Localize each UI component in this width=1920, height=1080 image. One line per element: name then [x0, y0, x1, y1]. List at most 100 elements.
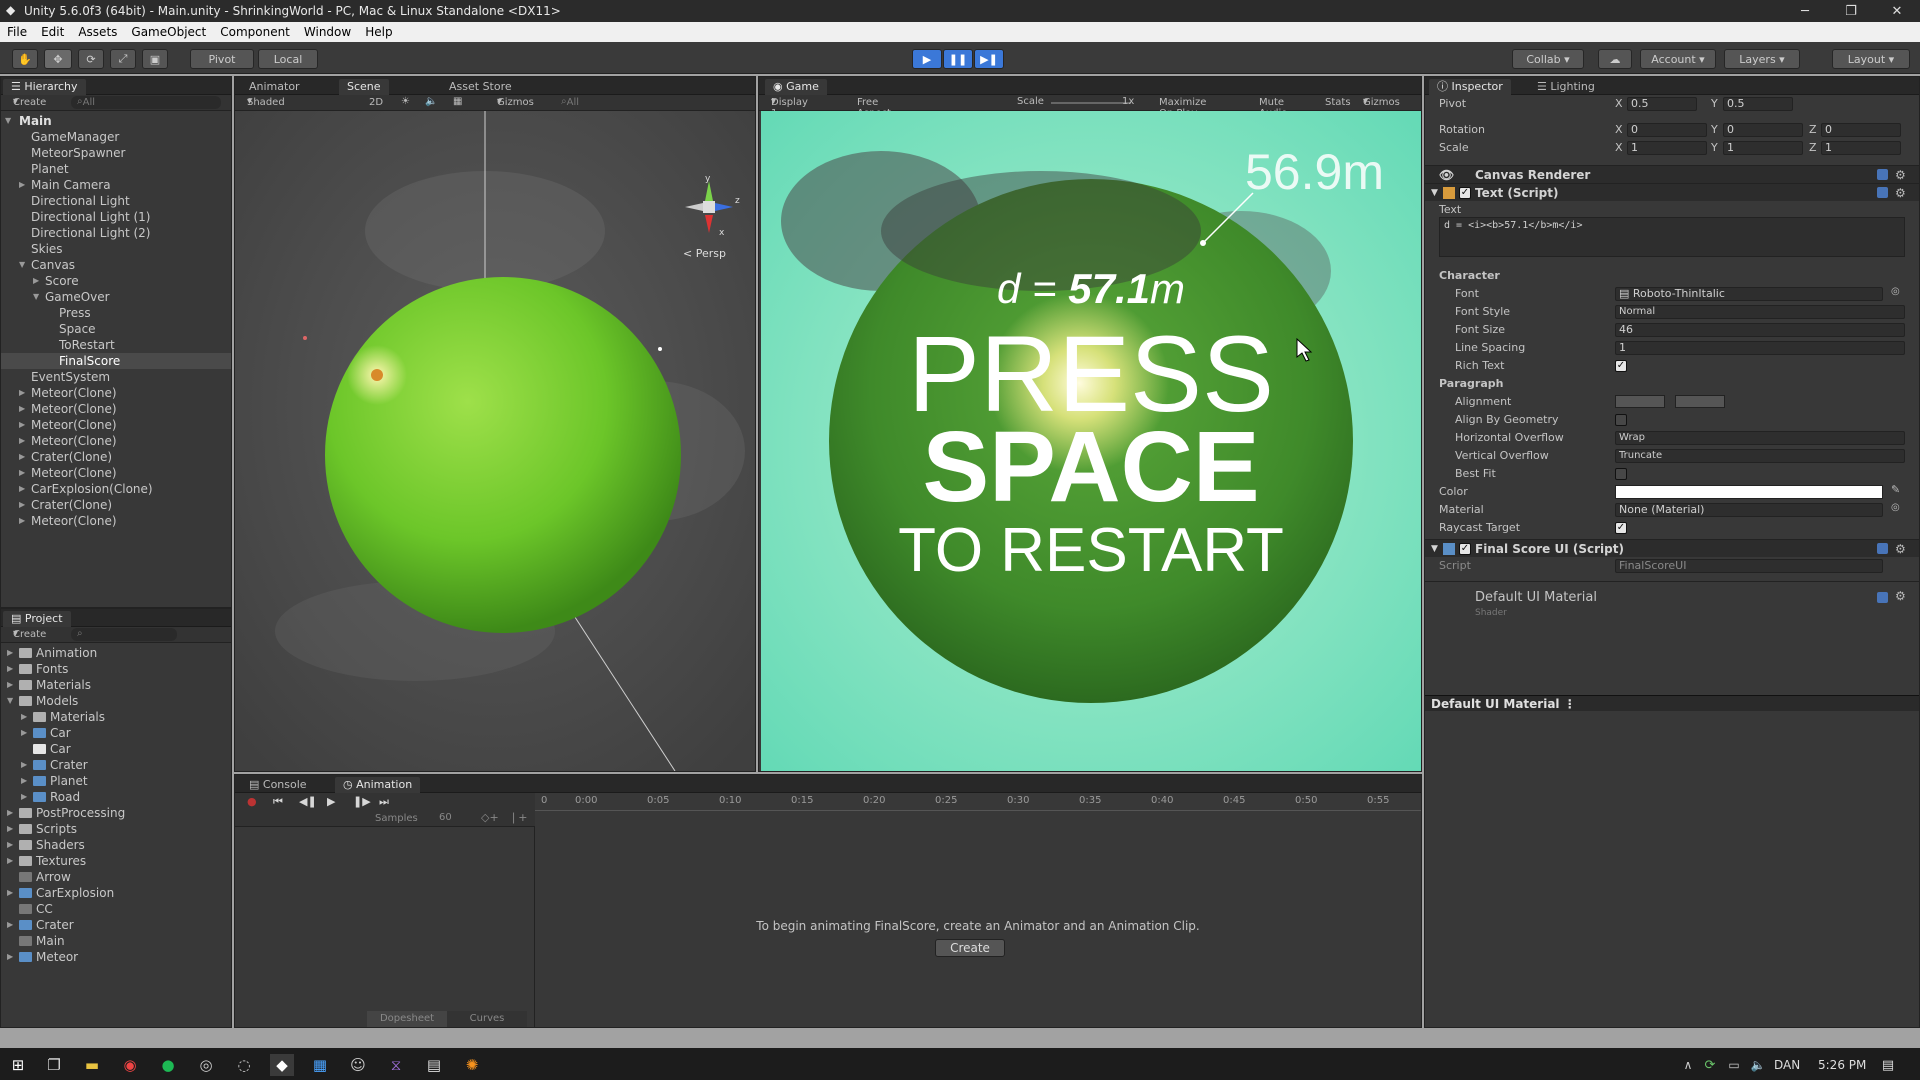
menu-help[interactable]: Help [358, 25, 399, 39]
foldout-arrow-icon[interactable]: ▼ [5, 113, 11, 129]
rotation-x-field[interactable]: 0 [1627, 123, 1707, 137]
foldout-arrow-icon[interactable]: ▶ [7, 853, 13, 869]
last-key-button[interactable]: ⏭ [379, 795, 389, 809]
foldout-arrow-icon[interactable]: ▶ [19, 385, 25, 401]
project-item[interactable]: Main [1, 933, 231, 949]
samples-value[interactable]: 60 [439, 812, 452, 823]
settings-gear-icon[interactable]: ⚙ [1895, 166, 1906, 184]
hierarchy-item[interactable]: Planet [1, 161, 231, 177]
vertical-alignment-buttons[interactable] [1675, 395, 1725, 408]
foldout-arrow-icon[interactable]: ▼ [7, 693, 13, 709]
rect-tool-icon[interactable]: ▣ [142, 49, 168, 69]
add-event-icon[interactable]: ❘+ [509, 811, 527, 824]
foldout-arrow-icon[interactable]: ▼ [33, 289, 39, 305]
project-item[interactable]: Car [1, 741, 231, 757]
unity-taskbar-icon[interactable]: ◆ [270, 1054, 294, 1076]
project-item[interactable]: ▶ Scripts [1, 821, 231, 837]
final-score-enabled-checkbox[interactable]: ✓ [1459, 543, 1471, 555]
menu-file[interactable]: File [0, 25, 34, 39]
settings-gear-icon[interactable]: ⚙ [1895, 540, 1906, 558]
foldout-arrow-icon[interactable]: ▶ [21, 757, 27, 773]
hierarchy-item[interactable]: ▶ Meteor(Clone) [1, 513, 231, 529]
font-size-field[interactable]: 46 [1615, 323, 1905, 337]
record-button[interactable]: ● [247, 795, 257, 808]
menu-assets[interactable]: Assets [71, 25, 124, 39]
minimize-icon[interactable]: ─ [1782, 4, 1828, 19]
hierarchy-item[interactable]: Directional Light (2) [1, 225, 231, 241]
horizontal-alignment-buttons[interactable] [1615, 395, 1665, 408]
hierarchy-item[interactable]: ▶ CarExplosion(Clone) [1, 481, 231, 497]
project-item[interactable]: ▶ Animation [1, 645, 231, 661]
rich-text-checkbox[interactable]: ✓ [1615, 360, 1627, 372]
photoshop-icon[interactable]: ▦ [308, 1054, 332, 1076]
tab-inspector[interactable]: ⓘ Inspector [1429, 79, 1511, 95]
project-item[interactable]: ▶ Crater [1, 917, 231, 933]
layers-dropdown[interactable]: Layers ▾ [1724, 49, 1800, 69]
best-fit-checkbox[interactable] [1615, 468, 1627, 480]
project-item[interactable]: ▶ Planet [1, 773, 231, 789]
pause-button[interactable]: ❚❚ [943, 49, 973, 69]
calculator-icon[interactable]: ▤ [422, 1054, 446, 1076]
tray-chevron-icon[interactable]: ∧ [1676, 1054, 1700, 1076]
steam-icon[interactable]: ◌ [232, 1054, 256, 1076]
help-book-icon[interactable] [1877, 169, 1888, 180]
scale-z-field[interactable]: 1 [1821, 141, 1901, 155]
spotify-icon[interactable]: ● [156, 1054, 180, 1076]
local-toggle[interactable]: Local [258, 49, 318, 69]
project-item[interactable]: Arrow [1, 869, 231, 885]
pivot-x-field[interactable]: 0.5 [1627, 97, 1697, 111]
curves-tab[interactable]: Curves [447, 1011, 527, 1027]
foldout-arrow-icon[interactable]: ▶ [33, 273, 39, 289]
text-content-area[interactable]: d = <i><b>57.1</b>m</i> [1439, 217, 1905, 257]
project-item[interactable]: ▶ CarExplosion [1, 885, 231, 901]
tab-scene[interactable]: Scene [339, 79, 389, 95]
material-field[interactable]: None (Material) [1615, 503, 1883, 517]
create-animation-button[interactable]: Create [935, 939, 1005, 957]
scale-tool-icon[interactable]: ⤢ [110, 49, 136, 69]
project-search-input[interactable]: ⌕ [71, 628, 177, 641]
project-item[interactable]: ▶ Shaders [1, 837, 231, 853]
volume-icon[interactable]: 🔈 [1746, 1054, 1770, 1076]
hierarchy-item[interactable]: GameManager [1, 129, 231, 145]
foldout-arrow-icon[interactable]: ▶ [19, 497, 25, 513]
dopesheet-tab[interactable]: Dopesheet [367, 1011, 447, 1027]
color-swatch[interactable] [1615, 485, 1883, 499]
tab-hierarchy[interactable]: ☰ Hierarchy [3, 79, 86, 95]
pivot-y-field[interactable]: 0.5 [1723, 97, 1793, 111]
hierarchy-item[interactable]: ▶ Main Camera [1, 177, 231, 193]
restore-icon[interactable]: ❐ [1828, 4, 1874, 19]
project-item[interactable]: ▶ Meteor [1, 949, 231, 965]
help-book-icon[interactable] [1877, 543, 1888, 554]
scale-slider[interactable] [1051, 102, 1131, 104]
object-picker-icon[interactable]: ◎ [1891, 502, 1900, 513]
audio-toggle-icon[interactable]: 🔈 [425, 96, 437, 107]
settings-gear-icon[interactable]: ⚙ [1895, 184, 1906, 202]
hierarchy-item[interactable]: Press [1, 305, 231, 321]
scale-y-field[interactable]: 1 [1723, 141, 1803, 155]
cloud-icon[interactable]: ☁ [1598, 49, 1632, 69]
tab-animation[interactable]: ◷ Animation [335, 777, 421, 793]
network-icon[interactable]: ▭ [1722, 1054, 1746, 1076]
hierarchy-item[interactable]: MeteorSpawner [1, 145, 231, 161]
hand-tool-icon[interactable]: ✋ [12, 49, 38, 69]
project-item[interactable]: ▶ Textures [1, 853, 231, 869]
canvas-renderer-header[interactable]: 👁 Canvas Renderer ⚙ [1425, 165, 1919, 183]
tab-project[interactable]: ▤ Project [3, 611, 71, 627]
foldout-arrow-icon[interactable]: ▼ [1431, 540, 1438, 558]
vertical-overflow-dropdown[interactable]: Truncate [1615, 449, 1905, 463]
foldout-arrow-icon[interactable]: ▶ [7, 837, 13, 853]
scene-search-input[interactable]: ⌕ All [561, 96, 579, 108]
prev-key-button[interactable]: ◀❚ [299, 795, 317, 808]
anim-play-button[interactable]: ▶ [327, 795, 335, 808]
hierarchy-item[interactable]: FinalScore [1, 353, 231, 369]
hierarchy-item[interactable]: ▶ Crater(Clone) [1, 497, 231, 513]
persp-label[interactable]: < Persp [683, 247, 726, 260]
foldout-arrow-icon[interactable]: ▶ [19, 465, 25, 481]
menu-edit[interactable]: Edit [34, 25, 71, 39]
add-keyframe-icon[interactable]: ◇+ [481, 811, 499, 824]
hierarchy-item[interactable]: ▶ Meteor(Clone) [1, 417, 231, 433]
hierarchy-item[interactable]: EventSystem [1, 369, 231, 385]
hierarchy-search-input[interactable]: ⌕ All [71, 96, 221, 109]
foldout-arrow-icon[interactable]: ▶ [7, 677, 13, 693]
foldout-arrow-icon[interactable]: ▶ [7, 885, 13, 901]
